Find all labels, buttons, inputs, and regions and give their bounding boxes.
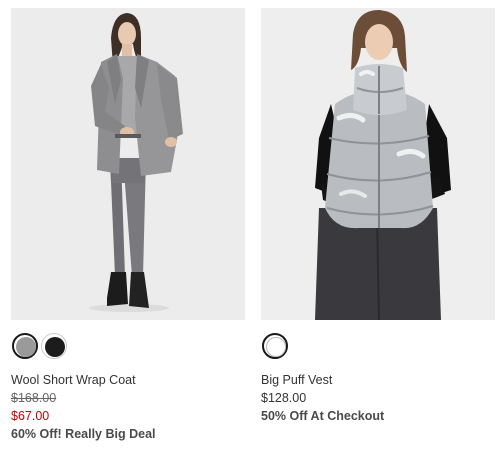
model-in-grey-coat-illustration: [89, 13, 183, 312]
product-image-big-puff-vest[interactable]: [261, 8, 495, 320]
price: $128.00: [261, 391, 307, 405]
model-in-silver-puffer-vest-illustration: [315, 10, 451, 320]
swatch-grey-color: [16, 337, 36, 357]
swatch-silver-color: [266, 337, 286, 357]
swatch-black[interactable]: [41, 333, 67, 359]
swatch-grey[interactable]: [12, 333, 38, 359]
product-image-wool-short-wrap-coat[interactable]: [11, 8, 245, 320]
product-name[interactable]: Wool Short Wrap Coat: [11, 371, 245, 389]
sale-price: $67.00: [11, 409, 50, 423]
promo-message: 60% Off! Really Big Deal: [11, 427, 156, 441]
product-info: Big Puff Vest $128.00 50% Off At Checkou…: [261, 371, 495, 425]
original-price: $168.00: [11, 391, 57, 405]
promo-message: 50% Off At Checkout: [261, 409, 385, 423]
swatch-black-color: [45, 337, 65, 357]
product-name[interactable]: Big Puff Vest: [261, 371, 495, 389]
product-card: Big Puff Vest $128.00 50% Off At Checkou…: [261, 8, 495, 423]
product-card: Wool Short Wrap Coat $168.00 $67.00 60% …: [11, 8, 245, 441]
product-info: Wool Short Wrap Coat $168.00 $67.00 60% …: [11, 371, 245, 443]
swatch-silver[interactable]: [262, 333, 288, 359]
